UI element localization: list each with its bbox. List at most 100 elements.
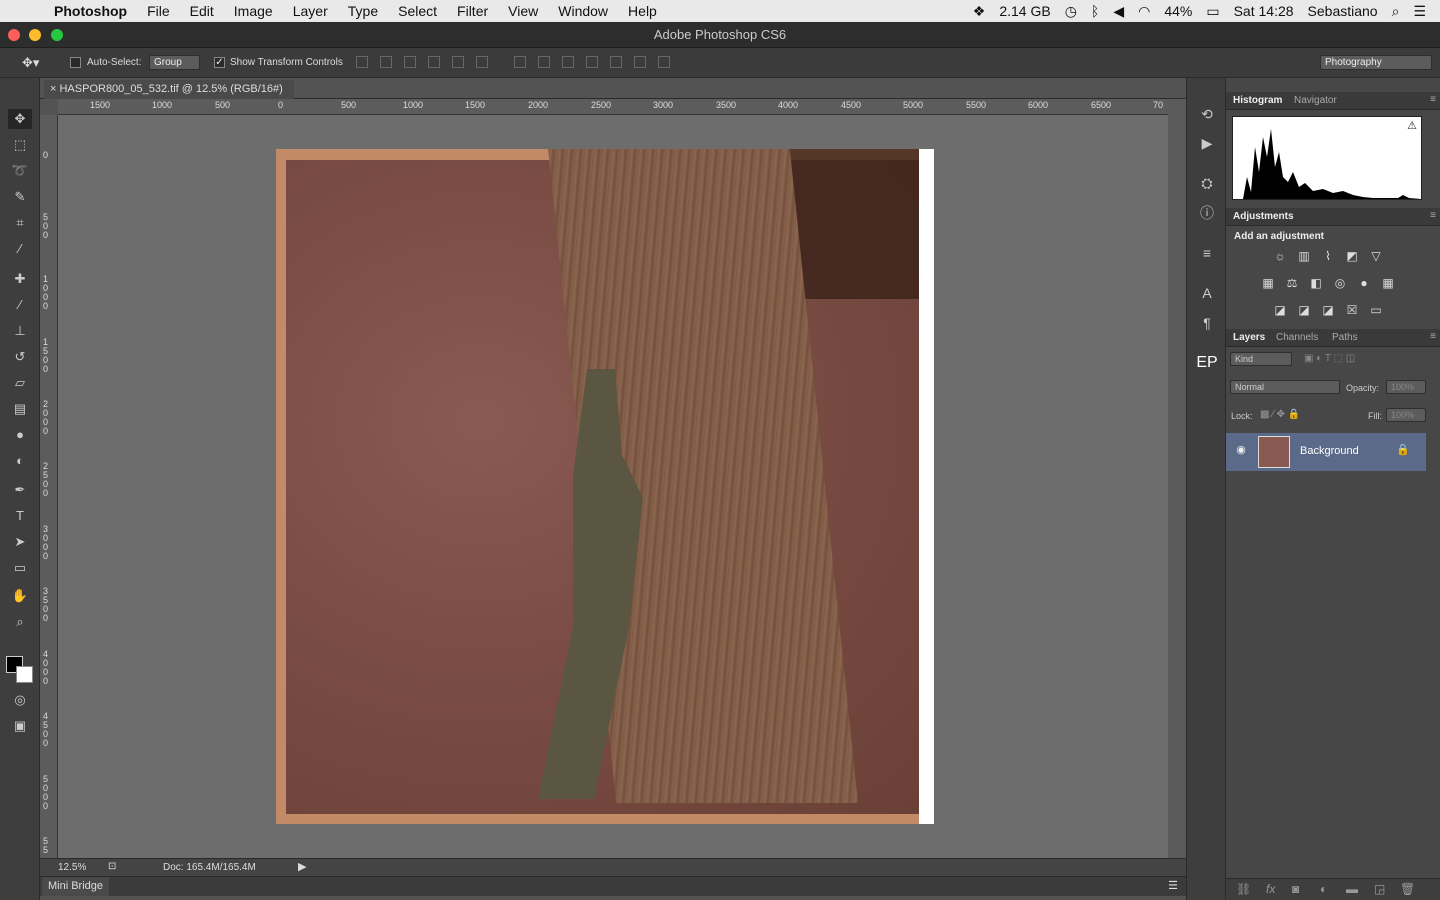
workspace-dropdown[interactable]: Photography <box>1320 55 1432 70</box>
actions-panel-icon[interactable]: ▶ <box>1195 133 1219 153</box>
align-left-icon[interactable] <box>428 56 440 68</box>
screen-mode-icon[interactable]: ▣ <box>8 716 32 736</box>
tab-channels[interactable]: Channels <box>1276 332 1318 343</box>
menu-layer[interactable]: Layer <box>293 3 328 19</box>
link-layers-icon[interactable]: ⛓ <box>1236 882 1251 896</box>
ep-plugin-icon[interactable]: EP <box>1195 353 1219 373</box>
curves-icon[interactable]: ⌇ <box>1320 249 1336 263</box>
blur-tool-icon[interactable]: ● <box>8 425 32 445</box>
document-tab[interactable]: × HASPOR800_05_532.tif @ 12.5% (RGB/16#) <box>44 80 294 99</box>
volume-icon[interactable]: ◀ <box>1113 3 1124 20</box>
distribute-left-icon[interactable] <box>586 56 598 68</box>
marquee-tool-icon[interactable]: ⬚ <box>8 135 32 155</box>
layer-row[interactable]: ◉ Background 🔒 <box>1226 433 1426 471</box>
notification-center-icon[interactable]: ☰ <box>1413 3 1426 20</box>
show-transform-checkbox[interactable]: ✓ <box>214 57 225 68</box>
eraser-tool-icon[interactable]: ▱ <box>8 373 32 393</box>
battery-icon[interactable]: ▭ <box>1206 3 1219 20</box>
exposure-icon[interactable]: ◩ <box>1344 249 1360 263</box>
add-mask-icon[interactable]: ◙ <box>1292 882 1299 896</box>
opacity-field[interactable]: 100% <box>1386 380 1426 394</box>
tab-adjustments[interactable]: Adjustments <box>1233 211 1294 222</box>
invert-icon[interactable]: ◪ <box>1272 303 1288 317</box>
dropbox-icon[interactable]: ❖ <box>973 3 986 20</box>
auto-select-checkbox[interactable] <box>70 57 81 68</box>
menu-file[interactable]: File <box>147 3 170 19</box>
brush-tool-icon[interactable]: ⁄ <box>8 295 32 315</box>
dodge-tool-icon[interactable]: ◐ <box>8 451 32 471</box>
levels-icon[interactable]: ▥ <box>1296 249 1312 263</box>
layer-name[interactable]: Background <box>1300 445 1359 457</box>
align-hcenter-icon[interactable] <box>452 56 464 68</box>
align-bottom-icon[interactable] <box>404 56 416 68</box>
tab-histogram[interactable]: Histogram <box>1233 95 1282 106</box>
posterize-icon[interactable]: ◪ <box>1296 303 1312 317</box>
zoom-level[interactable]: 12.5% <box>58 862 86 873</box>
distribute-bottom-icon[interactable] <box>562 56 574 68</box>
new-layer-icon[interactable]: ◲ <box>1374 882 1385 896</box>
align-vcenter-icon[interactable] <box>380 56 392 68</box>
distribute-top-icon[interactable] <box>514 56 526 68</box>
app-menu[interactable]: Photoshop <box>54 3 127 19</box>
move-tool-icon[interactable]: ✥ <box>8 109 32 129</box>
photo-filter-icon[interactable]: ◎ <box>1332 276 1348 290</box>
channel-mixer-icon[interactable]: ● <box>1356 276 1372 290</box>
tool-presets-icon[interactable]: ⛭ <box>1195 173 1219 193</box>
paragraph-panel-icon[interactable]: ¶ <box>1195 313 1219 333</box>
panel-menu-icon[interactable]: ☰ <box>1168 879 1178 892</box>
document-image[interactable] <box>276 149 934 824</box>
canvas-area[interactable] <box>58 115 1168 858</box>
distribute-hcenter-icon[interactable] <box>610 56 622 68</box>
path-select-tool-icon[interactable]: ➤ <box>8 532 32 552</box>
blend-mode-dropdown[interactable]: Normal <box>1230 380 1340 394</box>
panel-menu-icon[interactable]: ≡ <box>1430 331 1436 342</box>
brightness-contrast-icon[interactable]: ☼ <box>1272 249 1288 263</box>
spotlight-icon[interactable]: ⌕ <box>1392 3 1400 20</box>
align-right-icon[interactable] <box>476 56 488 68</box>
horizontal-ruler[interactable]: 1500 1000 500 0 500 1000 1500 2000 2500 … <box>58 99 1168 115</box>
hue-saturation-icon[interactable]: ▦ <box>1260 276 1276 290</box>
user-name[interactable]: Sebastiano <box>1308 3 1378 19</box>
gradient-tool-icon[interactable]: ▤ <box>8 399 32 419</box>
crop-tool-icon[interactable]: ⌗ <box>8 213 32 233</box>
distribute-right-icon[interactable] <box>634 56 646 68</box>
menu-view[interactable]: View <box>508 3 538 19</box>
rectangle-tool-icon[interactable]: ▭ <box>8 558 32 578</box>
type-tool-icon[interactable]: T <box>8 506 32 526</box>
layer-style-icon[interactable]: fx <box>1266 882 1275 896</box>
auto-align-icon[interactable] <box>658 56 670 68</box>
status-info-icon[interactable]: ⊡ <box>108 861 116 872</box>
vertical-ruler[interactable]: 0 5 0 0 1 0 0 0 1 5 0 0 2 0 0 0 2 5 0 0 … <box>40 115 58 858</box>
mini-bridge-tab[interactable]: Mini Bridge <box>42 877 110 896</box>
panel-menu-icon[interactable]: ≡ <box>1430 210 1436 221</box>
hand-tool-icon[interactable]: ✋ <box>8 586 32 606</box>
menu-select[interactable]: Select <box>398 3 437 19</box>
layer-filter-icons[interactable]: ▣ ◐ T ⬚ ◫ <box>1304 353 1355 364</box>
black-white-icon[interactable]: ◧ <box>1308 276 1324 290</box>
wifi-icon[interactable]: ◠ <box>1138 3 1150 20</box>
new-adjustment-layer-icon[interactable]: ◐ <box>1320 882 1327 896</box>
menu-window[interactable]: Window <box>558 3 608 19</box>
gradient-map-icon[interactable]: ▭ <box>1368 303 1384 317</box>
panel-menu-icon[interactable]: ≡ <box>1430 94 1436 105</box>
tab-layers[interactable]: Layers <box>1233 332 1265 343</box>
move-tool-preset-icon[interactable]: ✥▾ <box>22 55 39 71</box>
quick-mask-icon[interactable]: ◎ <box>8 690 32 710</box>
selective-color-icon[interactable]: ☒ <box>1344 303 1360 317</box>
lock-icons[interactable]: ▩ ⁄ ✥ 🔒 <box>1260 409 1300 420</box>
menu-image[interactable]: Image <box>234 3 273 19</box>
tab-navigator[interactable]: Navigator <box>1294 95 1337 106</box>
eyedropper-tool-icon[interactable]: ⁄ <box>8 239 32 259</box>
clone-stamp-tool-icon[interactable]: ⊥ <box>8 321 32 341</box>
zoom-tool-icon[interactable]: ⌕ <box>8 612 32 632</box>
tab-paths[interactable]: Paths <box>1332 332 1358 343</box>
menu-type[interactable]: Type <box>348 3 378 19</box>
quick-select-tool-icon[interactable]: ✎ <box>8 187 32 207</box>
battery-percent[interactable]: 44% <box>1164 3 1192 19</box>
status-menu-arrow-icon[interactable]: ▶ <box>298 860 306 873</box>
character-panel-icon[interactable]: A <box>1195 283 1219 303</box>
background-color-swatch[interactable] <box>16 666 33 683</box>
color-lookup-icon[interactable]: ▦ <box>1380 276 1396 290</box>
vibrance-icon[interactable]: ▽ <box>1368 249 1384 263</box>
healing-brush-tool-icon[interactable]: ✚ <box>8 269 32 289</box>
